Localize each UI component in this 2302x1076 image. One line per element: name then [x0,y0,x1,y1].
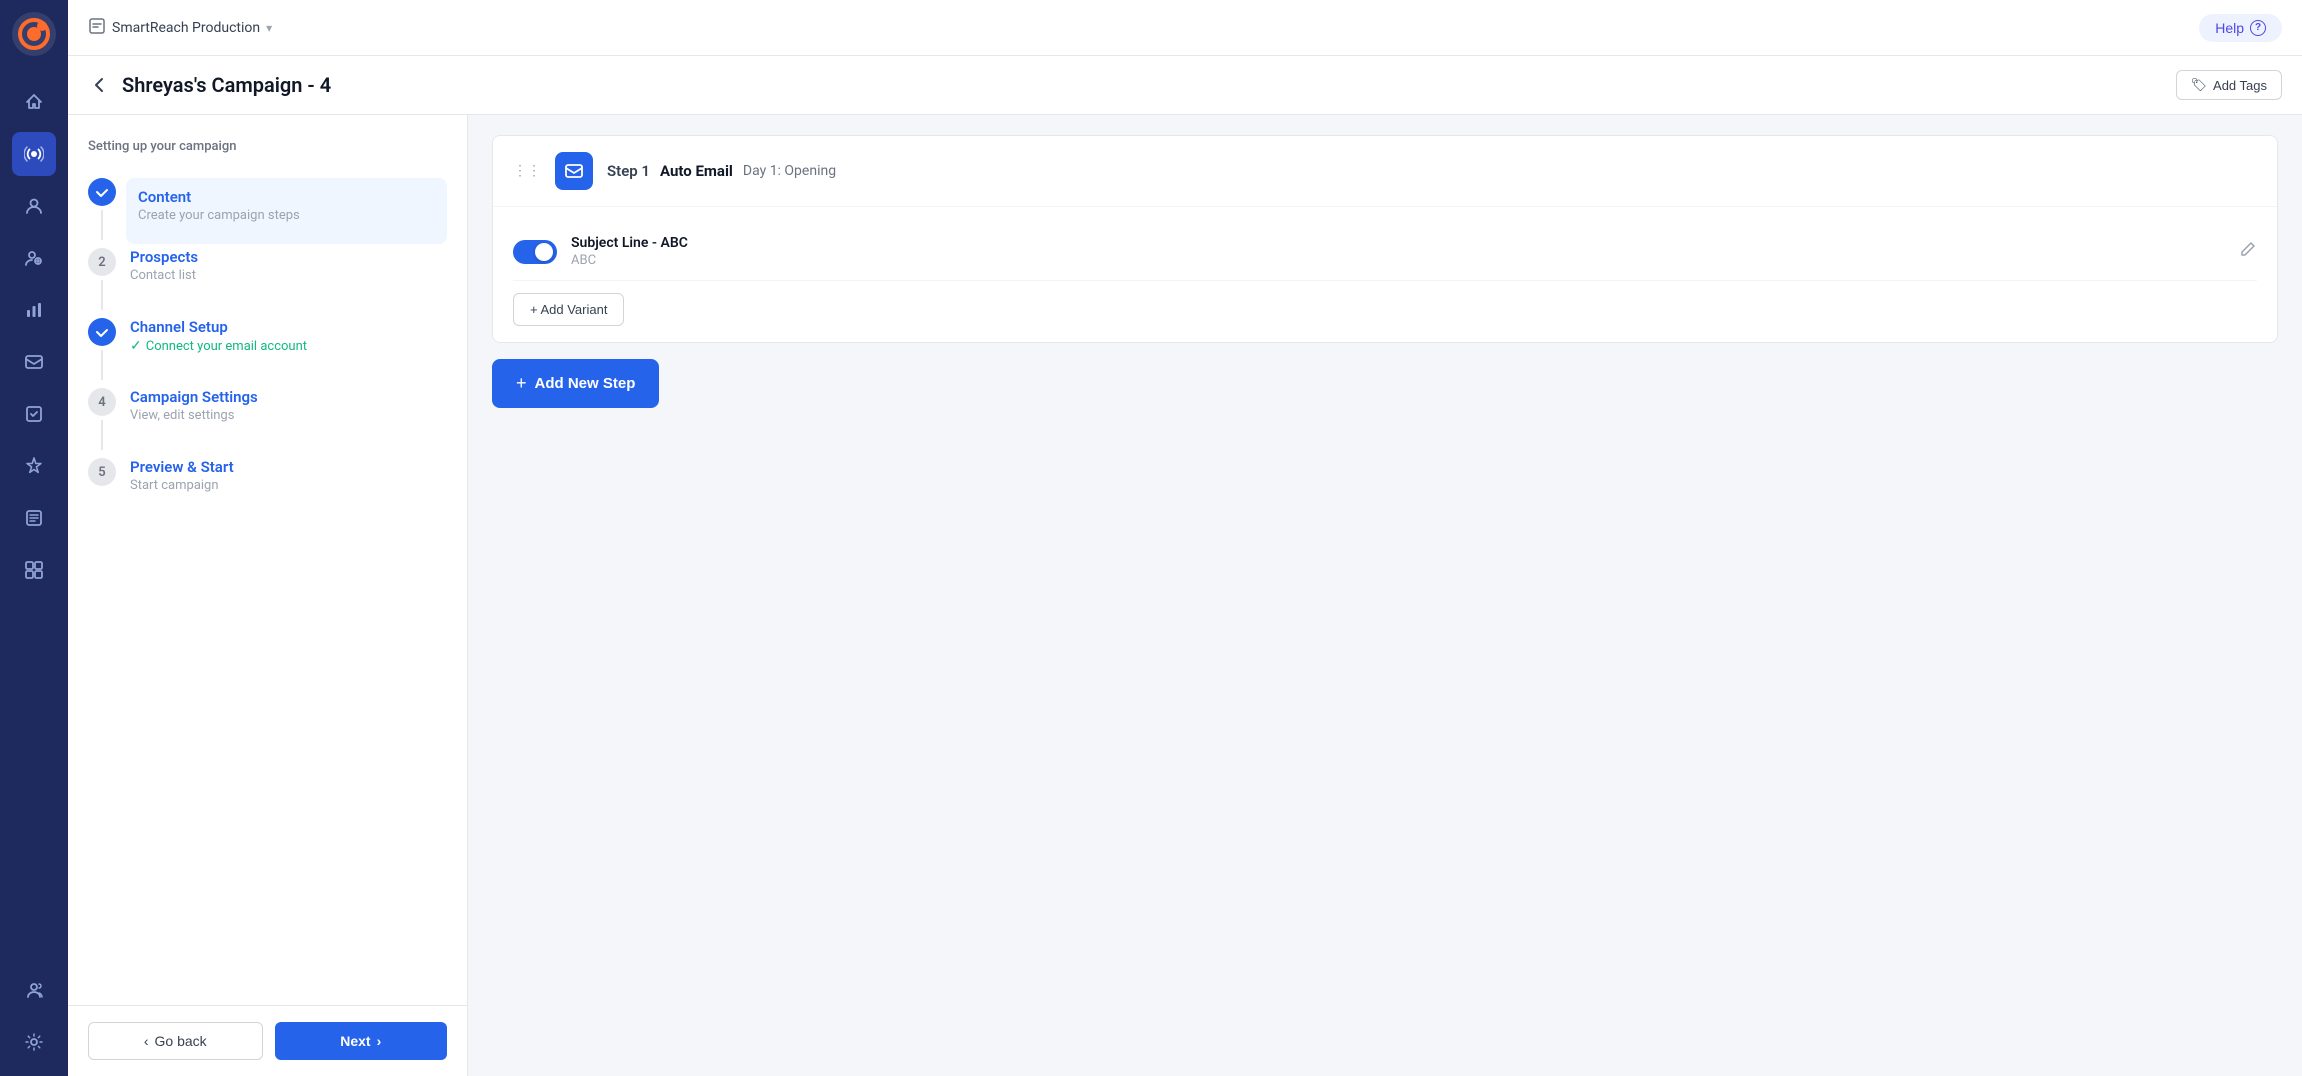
step-number: Step 1 [607,162,650,180]
nav-item-contacts[interactable] [12,184,56,228]
toggle-thumb [535,243,553,261]
step-label-content[interactable]: Content [138,188,435,206]
step-type: Auto Email [660,162,733,180]
step-badge-preview: 5 [88,458,116,486]
workspace-icon [88,17,106,39]
variant-toggle[interactable] [513,240,557,264]
topbar: SmartReach Production ▾ Help ? [68,0,2302,56]
step-sublabel-preview: Start campaign [130,478,447,493]
nav-item-team[interactable] [12,968,56,1012]
step-content-settings: Campaign Settings View, edit settings [130,388,447,454]
variant-title: Subject Line - ABC [571,235,2225,251]
add-step-label: Add New Step [535,375,636,392]
step-email-icon [555,152,593,190]
step-sublabel-content: Create your campaign steps [138,208,435,223]
nav-item-templates[interactable] [12,496,56,540]
go-back-label: Go back [155,1033,207,1049]
step-connector-settings: 4 [88,388,116,454]
add-new-step-button[interactable]: + Add New Step [492,359,659,408]
step-item-campaign-settings: 4 Campaign Settings View, edit settings [88,388,447,454]
go-back-button[interactable]: ‹ Go back [88,1022,263,1060]
nav-item-integrations[interactable] [12,548,56,592]
sidebar-navigation [0,0,68,1076]
add-variant-button[interactable]: + Add Variant [513,293,624,326]
variant-info: Subject Line - ABC ABC [571,235,2225,268]
step-badge-channel [88,318,116,346]
step-label-preview[interactable]: Preview & Start [130,458,447,476]
step-badge-content [88,178,116,206]
variant-edit-button[interactable] [2239,240,2257,263]
app-logo[interactable] [12,12,56,60]
next-label: Next [340,1033,370,1049]
step-sublabel-channel: ✓ Connect your email account [130,338,447,354]
nav-item-settings[interactable] [12,1020,56,1064]
content-area: Setting up your campaign Content [68,115,2302,1076]
add-tags-label: Add Tags [2213,78,2267,93]
step-connector-prospects: 2 [88,248,116,314]
back-button[interactable] [88,74,110,96]
nav-item-leaderboard[interactable] [12,444,56,488]
right-panel: ⋮⋮ Step 1 Auto Email Day 1: Opening [468,115,2302,1076]
step-item-content: Content Create your campaign steps [88,178,447,244]
workspace-chevron-icon: ▾ [266,21,272,35]
nav-item-prospects[interactable] [12,236,56,280]
steps-list: Content Create your campaign steps 2 Pro… [88,178,447,517]
add-variant-label: + Add Variant [530,302,607,317]
nav-item-tasks[interactable] [12,392,56,436]
step-connector-channel [88,318,116,384]
next-button[interactable]: Next › [275,1022,448,1060]
step-1-card: ⋮⋮ Step 1 Auto Email Day 1: Opening [492,135,2278,343]
step-sublabel-prospects: Contact list [130,268,447,283]
step-badge-prospects: 2 [88,248,116,276]
left-panel-footer: ‹ Go back Next › [68,1005,467,1076]
step-item-prospects: 2 Prospects Contact list [88,248,447,314]
step-label-channel[interactable]: Channel Setup [130,318,447,336]
step-content-preview: Preview & Start Start campaign [130,458,447,513]
variant-area: Subject Line - ABC ABC + Add Variant [493,207,2277,342]
workspace-selector[interactable]: SmartReach Production ▾ [88,17,272,39]
page-header: Shreyas's Campaign - 4 🏷 Add Tags [68,56,2302,115]
step-content-prospects: Prospects Contact list [130,248,447,314]
help-circle-icon: ? [2250,20,2266,36]
step-label-prospects[interactable]: Prospects [130,248,447,266]
step-sublabel-settings: View, edit settings [130,408,447,423]
step-day: Day 1: Opening [743,163,836,179]
step-content-channel: Channel Setup ✓ Connect your email accou… [130,318,447,384]
step-label-settings[interactable]: Campaign Settings [130,388,447,406]
next-chevron-icon: › [377,1033,382,1049]
left-panel: Setting up your campaign Content [68,115,468,1076]
step-item-preview: 5 Preview & Start Start campaign [88,458,447,513]
step-content-content: Content Create your campaign steps [126,178,447,244]
step-1-card-header: ⋮⋮ Step 1 Auto Email Day 1: Opening [493,136,2277,207]
success-check-icon: ✓ [130,338,142,354]
topbar-right: Help ? [2199,14,2282,42]
add-tags-button[interactable]: 🏷 Add Tags [2176,70,2282,100]
step-connector-content [88,178,116,244]
step-card-title: Step 1 Auto Email Day 1: Opening [607,162,836,180]
variant-value: ABC [571,253,2225,268]
tag-icon: 🏷 [2191,77,2208,93]
workspace-name: SmartReach Production [112,20,260,36]
page-title: Shreyas's Campaign - 4 [122,73,331,97]
nav-item-reports[interactable] [12,288,56,332]
help-label: Help [2215,20,2244,36]
nav-item-campaigns[interactable] [12,80,56,124]
nav-item-broadcasts[interactable] [12,132,56,176]
variant-row: Subject Line - ABC ABC [513,223,2257,281]
step-badge-settings: 4 [88,388,116,416]
setup-subtitle: Setting up your campaign [88,139,447,154]
step-connector-preview: 5 [88,458,116,513]
step-item-channel-setup: Channel Setup ✓ Connect your email accou… [88,318,447,384]
right-panel-scroll: ⋮⋮ Step 1 Auto Email Day 1: Opening [468,115,2302,1076]
drag-handle-icon[interactable]: ⋮⋮ [513,163,541,179]
add-step-plus-icon: + [516,373,527,394]
help-button[interactable]: Help ? [2199,14,2282,42]
go-back-chevron-icon: ‹ [144,1033,149,1049]
nav-item-email[interactable] [12,340,56,384]
